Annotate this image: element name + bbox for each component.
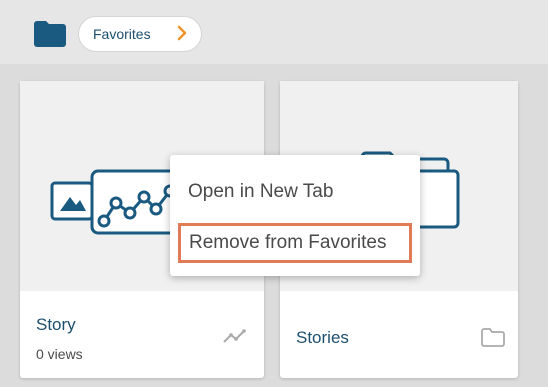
breadcrumb[interactable]: Favorites bbox=[78, 16, 202, 52]
card-title[interactable]: Story bbox=[36, 315, 76, 335]
context-menu: Open in New Tab Remove from Favorites bbox=[170, 155, 420, 276]
folder-outline-icon bbox=[481, 328, 505, 347]
trend-icon bbox=[223, 329, 246, 343]
breadcrumb-favorites[interactable]: Favorites bbox=[93, 26, 151, 42]
menu-item-open-in-new-tab[interactable]: Open in New Tab bbox=[178, 172, 412, 212]
folder-icon[interactable] bbox=[33, 20, 67, 48]
chevron-right-icon bbox=[177, 25, 187, 41]
view-count: 0 views bbox=[36, 346, 83, 362]
top-bar: Favorites bbox=[0, 0, 548, 64]
card-title[interactable]: Stories bbox=[296, 328, 349, 348]
menu-item-remove-from-favorites[interactable]: Remove from Favorites bbox=[178, 223, 412, 263]
